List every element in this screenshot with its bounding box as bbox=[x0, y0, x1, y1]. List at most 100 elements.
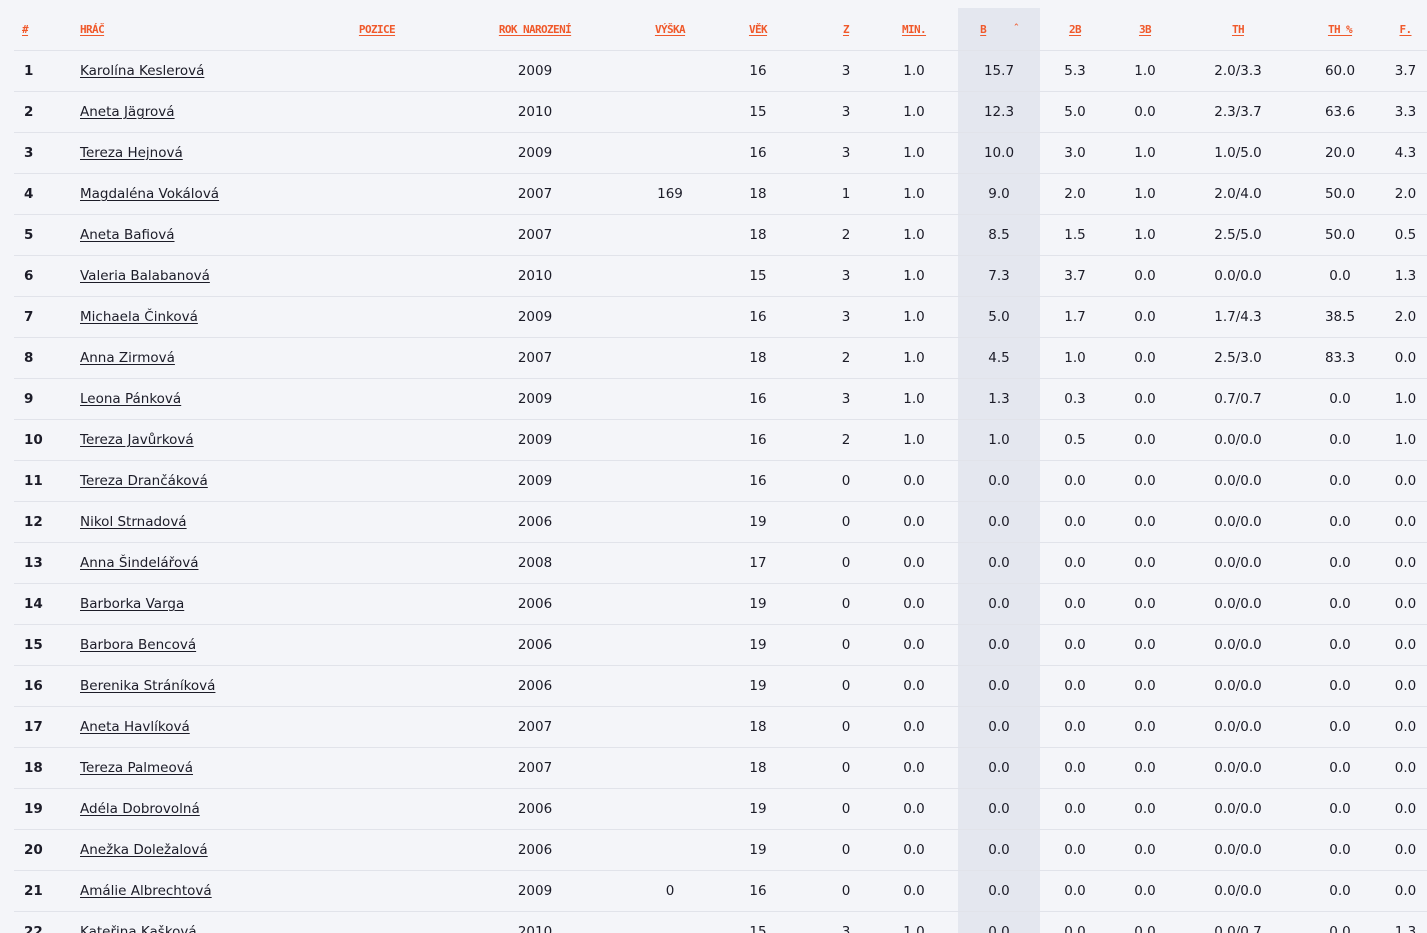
table-row: 4 Magdaléna Vokálová 2007 169 18 1 1.0 9.0 2.0 1.… bbox=[14, 173, 1427, 215]
cell-minutes: 1.0 bbox=[870, 91, 958, 133]
cell-points: 0.0 bbox=[958, 583, 1040, 625]
cell-height bbox=[646, 255, 694, 297]
cell-games: 0 bbox=[822, 460, 870, 502]
player-name-link[interactable]: Anna Zirmová bbox=[80, 350, 175, 366]
column-header-free-throws[interactable]: TH bbox=[1180, 8, 1296, 51]
cell-player: Anna Šindelářová bbox=[80, 542, 330, 584]
cell-rank: 15 bbox=[14, 624, 80, 666]
cell-height bbox=[646, 50, 694, 92]
cell-fouls: 0.0 bbox=[1384, 747, 1427, 789]
cell-points: 10.0 bbox=[958, 132, 1040, 174]
cell-two-pt: 1.5 bbox=[1040, 214, 1110, 256]
player-name-link[interactable]: Barbora Bencová bbox=[80, 637, 196, 653]
cell-ft-pct: 63.6 bbox=[1296, 91, 1384, 133]
cell-minutes: 0.0 bbox=[870, 460, 958, 502]
cell-minutes: 1.0 bbox=[870, 214, 958, 256]
cell-position bbox=[330, 132, 424, 174]
cell-player: Barbora Bencová bbox=[80, 624, 330, 666]
cell-position bbox=[330, 173, 424, 215]
column-header-three-pt[interactable]: 3B bbox=[1110, 8, 1180, 51]
column-header-minutes[interactable]: MIN. bbox=[870, 8, 958, 51]
cell-rank: 7 bbox=[14, 296, 80, 338]
player-name-link[interactable]: Tereza Javůrková bbox=[80, 432, 194, 448]
player-name-link[interactable]: Magdaléna Vokálová bbox=[80, 186, 219, 202]
player-name-link[interactable]: Tereza Palmeová bbox=[80, 760, 193, 776]
cell-rank: 20 bbox=[14, 829, 80, 871]
cell-games: 3 bbox=[822, 91, 870, 133]
column-header-two-pt[interactable]: 2B bbox=[1040, 8, 1110, 51]
cell-rank: 13 bbox=[14, 542, 80, 584]
player-name-link[interactable]: Berenika Stráníková bbox=[80, 678, 215, 694]
cell-fouls: 0.0 bbox=[1384, 829, 1427, 871]
cell-age: 16 bbox=[694, 132, 822, 174]
player-name-link[interactable]: Karolína Keslerová bbox=[80, 63, 204, 79]
player-name-link[interactable]: Aneta Bafiová bbox=[80, 227, 175, 243]
player-name-link[interactable]: Aneta Jägrová bbox=[80, 104, 175, 120]
cell-player: Karolína Keslerová bbox=[80, 50, 330, 92]
cell-points: 0.0 bbox=[958, 542, 1040, 584]
cell-rank: 5 bbox=[14, 214, 80, 256]
player-name-link[interactable]: Amálie Albrechtová bbox=[80, 883, 212, 899]
player-name-link[interactable]: Leona Pánková bbox=[80, 391, 181, 407]
cell-ft-pct: 0.0 bbox=[1296, 501, 1384, 543]
cell-age: 15 bbox=[694, 255, 822, 297]
cell-fouls: 2.0 bbox=[1384, 173, 1427, 215]
column-header-ft-pct[interactable]: TH % bbox=[1296, 8, 1384, 51]
column-header-games[interactable]: Z bbox=[822, 8, 870, 51]
player-name-link[interactable]: Adéla Dobrovolná bbox=[80, 801, 200, 817]
cell-fouls: 0.0 bbox=[1384, 870, 1427, 912]
cell-position bbox=[330, 665, 424, 707]
player-name-link[interactable]: Nikol Strnadová bbox=[80, 514, 187, 530]
cell-ft-pct: 0.0 bbox=[1296, 583, 1384, 625]
player-name-link[interactable]: Aneta Havlíková bbox=[80, 719, 190, 735]
column-header-birth-year[interactable]: ROK NAROZENÍ bbox=[424, 8, 646, 51]
cell-three-pt: 0.0 bbox=[1110, 665, 1180, 707]
player-name-link[interactable]: Valeria Balabanová bbox=[80, 268, 210, 284]
player-name-link[interactable]: Tereza Hejnová bbox=[80, 145, 183, 161]
cell-fouls: 1.0 bbox=[1384, 419, 1427, 461]
cell-points: 0.0 bbox=[958, 501, 1040, 543]
player-stats-table: # HRÁČ POZICE ROK NAROZENÍ VÝŠKA VĚK Z M… bbox=[14, 8, 1427, 933]
cell-position bbox=[330, 460, 424, 502]
cell-points: 5.0 bbox=[958, 296, 1040, 338]
cell-points: 1.0 bbox=[958, 419, 1040, 461]
table-body: 1 Karolína Keslerová 2009 16 3 1.0 15.7 5.3 1.0 2… bbox=[14, 50, 1427, 933]
cell-age: 16 bbox=[694, 378, 822, 420]
column-header-height[interactable]: VÝŠKA bbox=[646, 8, 694, 51]
player-name-link[interactable]: Michaela Činková bbox=[80, 309, 198, 325]
cell-minutes: 0.0 bbox=[870, 501, 958, 543]
cell-games: 0 bbox=[822, 583, 870, 625]
cell-ft-pct: 0.0 bbox=[1296, 829, 1384, 871]
cell-player: Magdaléna Vokálová bbox=[80, 173, 330, 215]
table-header-row: # HRÁČ POZICE ROK NAROZENÍ VÝŠKA VĚK Z M… bbox=[14, 8, 1427, 51]
player-name-link[interactable]: Tereza Drančáková bbox=[80, 473, 208, 489]
cell-age: 16 bbox=[694, 419, 822, 461]
cell-two-pt: 0.0 bbox=[1040, 747, 1110, 789]
cell-player: Amálie Albrechtová bbox=[80, 870, 330, 912]
column-header-rank[interactable]: # bbox=[14, 8, 80, 51]
column-header-fouls[interactable]: F. bbox=[1384, 8, 1427, 51]
cell-height: 0 bbox=[646, 870, 694, 912]
player-name-link[interactable]: Barborka Varga bbox=[80, 596, 184, 612]
cell-points: 0.0 bbox=[958, 665, 1040, 707]
cell-position bbox=[330, 542, 424, 584]
column-header-points[interactable]: B ^ bbox=[958, 8, 1040, 51]
player-name-link[interactable]: Anežka Doležalová bbox=[80, 842, 208, 858]
cell-rank: 17 bbox=[14, 706, 80, 748]
cell-age: 19 bbox=[694, 829, 822, 871]
cell-fouls: 3.3 bbox=[1384, 91, 1427, 133]
table-row: 1 Karolína Keslerová 2009 16 3 1.0 15.7 5.3 1.0 2… bbox=[14, 50, 1427, 92]
column-header-position[interactable]: POZICE bbox=[330, 8, 424, 51]
cell-games: 0 bbox=[822, 706, 870, 748]
cell-age: 18 bbox=[694, 706, 822, 748]
cell-games: 0 bbox=[822, 665, 870, 707]
cell-minutes: 0.0 bbox=[870, 747, 958, 789]
player-name-link[interactable]: Kateřina Kašková bbox=[80, 924, 197, 933]
column-header-player[interactable]: HRÁČ bbox=[80, 8, 330, 51]
cell-games: 0 bbox=[822, 870, 870, 912]
player-name-link[interactable]: Anna Šindelářová bbox=[80, 555, 198, 571]
cell-games: 3 bbox=[822, 296, 870, 338]
column-header-age[interactable]: VĚK bbox=[694, 8, 822, 51]
cell-birth-year: 2007 bbox=[424, 214, 646, 256]
table-row: 9 Leona Pánková 2009 16 3 1.0 1.3 0.3 0.0 0.7/0.7… bbox=[14, 378, 1427, 420]
